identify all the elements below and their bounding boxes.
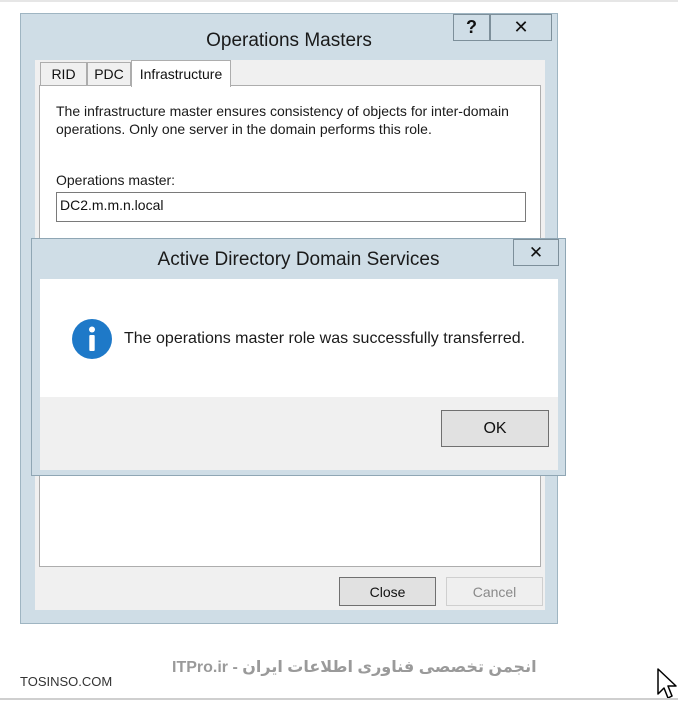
help-button[interactable]: ? [453,14,490,41]
bottom-divider [0,698,678,700]
dialog-message-area: The operations master role was successfu… [40,279,558,397]
close-icon: ✕ [528,242,544,262]
footer-watermark: ITPro.ir - انجمن تخصصی فناوری اطلاعات ای… [172,659,537,676]
info-icon [72,319,112,359]
close-icon: ✕ [513,17,529,37]
operations-master-label: Operations master: [56,172,176,188]
dialog-body: The operations master role was successfu… [40,279,558,470]
ad-ds-dialog: Active Directory Domain Services ✕ The o… [31,238,566,476]
ok-button[interactable]: OK [441,410,549,447]
dialog-close-button[interactable]: ✕ [513,239,559,266]
tab-infrastructure[interactable]: Infrastructure [131,60,231,87]
footer-site-label: TOSINSO.COM [20,674,113,689]
window-close-button[interactable]: ✕ [490,14,552,41]
dialog-message: The operations master role was successfu… [124,330,526,347]
tab-rid[interactable]: RID [40,62,87,85]
cancel-button[interactable]: Cancel [446,577,543,606]
top-divider [0,0,678,2]
operations-master-field[interactable]: DC2.m.m.n.local [56,192,526,222]
dialog-title: Active Directory Domain Services [157,249,440,270]
close-button[interactable]: Close [339,577,436,606]
tab-pdc[interactable]: PDC [87,62,131,85]
mouse-cursor-icon [657,668,677,699]
role-description: The infrastructure master ensures consis… [56,103,509,137]
